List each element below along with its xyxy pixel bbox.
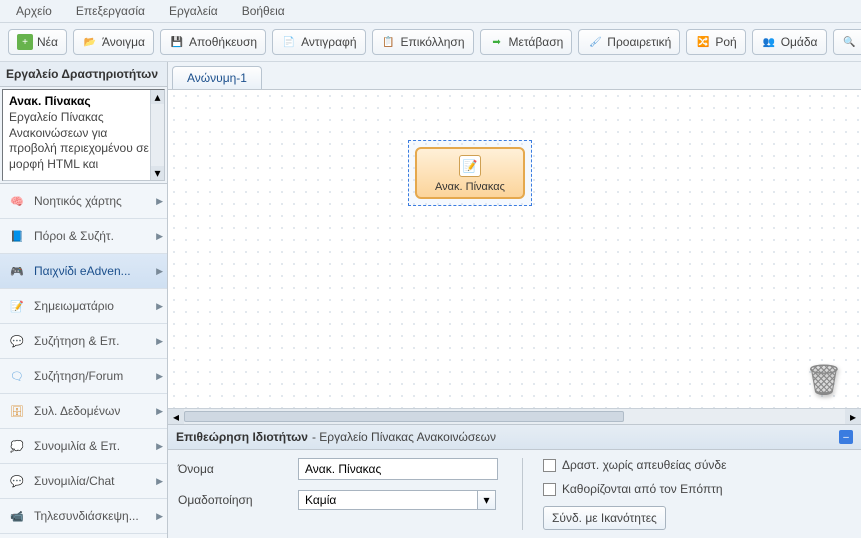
sidebar: Εργαλείο Δραστηριοτήτων Ανακ. Πίνακας Ερ… <box>0 62 168 538</box>
chat-icon: 💬 <box>8 472 26 490</box>
arrow-right-icon: ➡ <box>489 34 505 50</box>
sidebar-list: 🧠Νοητικός χάρτης▶ 📘Πόροι & Συζήτ.▶ 🎮Παιχ… <box>0 183 167 538</box>
sidebar-item-discuss-ep[interactable]: 💬Συζήτηση & Επ.▶ <box>0 324 167 359</box>
discuss-icon: 💬 <box>8 332 26 350</box>
chevron-right-icon: ▶ <box>156 301 163 312</box>
sidebar-item-submit[interactable]: 📤Υποβολή Αρχείου▶ <box>0 534 167 538</box>
copy-icon: 📄 <box>281 34 297 50</box>
group-button[interactable]: 👥Ομάδα <box>752 29 827 55</box>
dropdown-arrow-icon[interactable]: ▾ <box>478 490 496 510</box>
checkbox-icon[interactable] <box>543 483 556 496</box>
activity-node[interactable]: 📝 Ανακ. Πίνακας <box>415 147 525 199</box>
chevron-right-icon: ▶ <box>156 476 163 487</box>
supervisor-checkbox-label: Καθορίζονται από τον Επόπτη <box>562 482 723 496</box>
canvas[interactable]: 📝 Ανακ. Πίνακας 🗑 <box>168 90 861 408</box>
horizontal-scrollbar[interactable]: ◂ ▸ <box>168 408 861 424</box>
desc-scrollbar[interactable]: ▴ ▾ <box>150 90 164 180</box>
scroll-down-icon[interactable]: ▾ <box>151 166 164 180</box>
chevron-right-icon: ▶ <box>156 371 163 382</box>
preview-button[interactable]: 🔍Προεπισκό <box>833 29 861 55</box>
chevron-right-icon: ▶ <box>156 231 163 242</box>
database-icon: 🗄 <box>8 402 26 420</box>
menu-tools[interactable]: Εργαλεία <box>169 4 218 18</box>
notebook-icon: 📝 <box>8 297 26 315</box>
name-input[interactable] <box>298 458 498 480</box>
menubar: Αρχείο Επεξεργασία Εργαλεία Βοήθεια <box>0 0 861 23</box>
toolbar: +Νέα 📂Άνοιγμα 💾Αποθήκευση 📄Αντιγραφή 📋Επ… <box>0 23 861 62</box>
paste-button[interactable]: 📋Επικόλληση <box>372 29 474 55</box>
sidebar-item-notebook[interactable]: 📝Σημειωματάριο▶ <box>0 289 167 324</box>
sidebar-item-resources[interactable]: 📘Πόροι & Συζήτ.▶ <box>0 219 167 254</box>
sidebar-desc-body: Εργαλείο Πίνακας Ανακοινώσεων για προβολ… <box>9 110 158 172</box>
plus-icon: + <box>17 34 33 50</box>
chevron-right-icon: ▶ <box>156 406 163 417</box>
tab-bar: Ανώνυμη-1 <box>168 62 861 90</box>
mindmap-icon: 🧠 <box>8 192 26 210</box>
tab-untitled-1[interactable]: Ανώνυμη-1 <box>172 66 262 89</box>
noticeboard-icon: 📝 <box>459 155 481 177</box>
paste-icon: 📋 <box>381 34 397 50</box>
folder-icon: 📂 <box>82 34 98 50</box>
scroll-left-icon[interactable]: ◂ <box>168 409 184 424</box>
skills-button[interactable]: Σύνδ. με Ικανότητες <box>543 506 666 530</box>
trash-icon[interactable]: 🗑 <box>805 363 843 398</box>
menu-edit[interactable]: Επεξεργασία <box>76 4 145 18</box>
forum-icon: 🗨 <box>8 367 26 385</box>
chevron-right-icon: ▶ <box>156 196 163 207</box>
chevron-right-icon: ▶ <box>156 511 163 522</box>
properties-panel: Επιθεώρηση Ιδιοτήτων - Εργαλείο Πίνακας … <box>168 424 861 538</box>
flow-icon: 🔀 <box>695 34 711 50</box>
supervisor-checkbox-row[interactable]: Καθορίζονται από τον Επόπτη <box>543 482 726 496</box>
sidebar-item-videoconf[interactable]: 📹Τηλεσυνδιάσκεψη...▶ <box>0 499 167 534</box>
optional-button[interactable]: 🖌Προαιρετική <box>578 29 680 55</box>
brush-icon: 🖌 <box>587 34 603 50</box>
chevron-right-icon: ▶ <box>156 336 163 347</box>
checkbox-icon[interactable] <box>543 459 556 472</box>
chatbubble-icon: 💭 <box>8 437 26 455</box>
resources-icon: 📘 <box>8 227 26 245</box>
sidebar-item-database[interactable]: 🗄Συλ. Δεδομένων▶ <box>0 394 167 429</box>
menu-help[interactable]: Βοήθεια <box>242 4 285 18</box>
video-icon: 📹 <box>8 507 26 525</box>
grouping-select[interactable]: Καμία <box>298 490 478 510</box>
sidebar-item-chat-ep[interactable]: 💭Συνομιλία & Επ.▶ <box>0 429 167 464</box>
copy-button[interactable]: 📄Αντιγραφή <box>272 29 365 55</box>
scroll-right-icon[interactable]: ▸ <box>845 409 861 424</box>
game-icon: 🎮 <box>8 262 26 280</box>
new-button[interactable]: +Νέα <box>8 29 67 55</box>
chevron-right-icon: ▶ <box>156 266 163 277</box>
properties-subtitle: - Εργαλείο Πίνακας Ανακοινώσεων <box>312 430 496 444</box>
sidebar-item-chat[interactable]: 💬Συνομιλία/Chat▶ <box>0 464 167 499</box>
sidebar-item-mindmap[interactable]: 🧠Νοητικός χάρτης▶ <box>0 184 167 219</box>
sidebar-item-forum[interactable]: 🗨Συζήτηση/Forum▶ <box>0 359 167 394</box>
sidebar-description: Ανακ. Πίνακας Εργαλείο Πίνακας Ανακοινώσ… <box>2 89 165 181</box>
offline-checkbox-row[interactable]: Δραστ. χωρίς απευθείας σύνδε <box>543 458 726 472</box>
offline-checkbox-label: Δραστ. χωρίς απευθείας σύνδε <box>562 458 726 472</box>
chevron-right-icon: ▶ <box>156 441 163 452</box>
sidebar-desc-title: Ανακ. Πίνακας <box>9 94 158 108</box>
scroll-track[interactable] <box>184 409 845 424</box>
go-button[interactable]: ➡Μετάβαση <box>480 29 573 55</box>
name-label: Όνομα <box>178 462 288 476</box>
disk-icon: 💾 <box>169 34 185 50</box>
collapse-icon[interactable]: – <box>839 430 853 444</box>
open-button[interactable]: 📂Άνοιγμα <box>73 29 154 55</box>
grouping-label: Ομαδοποίηση <box>178 493 288 507</box>
properties-header: Επιθεώρηση Ιδιοτήτων - Εργαλείο Πίνακας … <box>168 425 861 450</box>
node-label: Ανακ. Πίνακας <box>435 181 505 193</box>
group-icon: 👥 <box>761 34 777 50</box>
scroll-thumb[interactable] <box>184 411 624 422</box>
properties-title: Επιθεώρηση Ιδιοτήτων <box>176 430 308 444</box>
menu-file[interactable]: Αρχείο <box>16 4 52 18</box>
node-selection[interactable]: 📝 Ανακ. Πίνακας <box>408 140 532 206</box>
flow-button[interactable]: 🔀Ροή <box>686 29 745 55</box>
canvas-area: Ανώνυμη-1 📝 Ανακ. Πίνακας 🗑 ◂ ▸ Επιθεώρη… <box>168 62 861 538</box>
magnifier-icon: 🔍 <box>842 34 858 50</box>
sidebar-item-game[interactable]: 🎮Παιχνίδι eAdven...▶ <box>0 254 167 289</box>
scroll-up-icon[interactable]: ▴ <box>151 90 164 104</box>
sidebar-header: Εργαλείο Δραστηριοτήτων <box>0 62 167 87</box>
save-button[interactable]: 💾Αποθήκευση <box>160 29 266 55</box>
